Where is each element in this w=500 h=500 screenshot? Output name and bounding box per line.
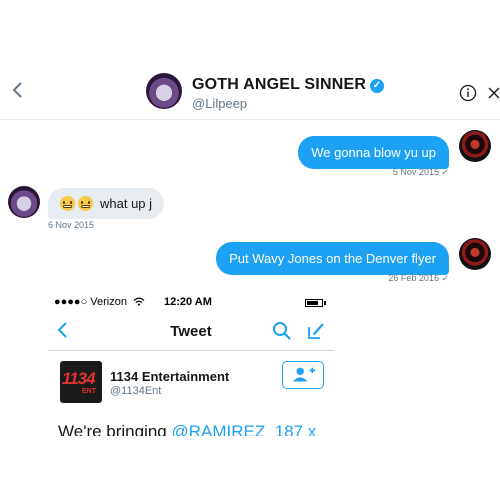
message-bubble-outgoing[interactable]: Put Wavy Jones on the Denver flyer [216, 242, 449, 275]
status-time: 12:20 AM [164, 296, 212, 308]
avatar[interactable] [459, 130, 491, 162]
message-text: what up j [100, 196, 153, 211]
logo-subtext: ENT [82, 388, 96, 395]
message-text: Put Wavy Jones on the Denver flyer [229, 251, 436, 266]
logo-text: 1134 [62, 369, 96, 388]
account-logo: 1134 ENT [60, 361, 102, 403]
follow-user-icon [282, 361, 324, 389]
message-timestamp: 26 Feb 2016 ✓ [388, 273, 449, 283]
tweet-text: We're bringing @RAMIREZ_187 x [58, 422, 316, 436]
chevron-left-icon[interactable] [8, 80, 28, 100]
screen-divider [48, 350, 334, 351]
conversation-handle: @Lilpeep [192, 96, 248, 111]
avatar[interactable] [459, 238, 491, 270]
conversation-name-label: GOTH ANGEL SINNER [192, 76, 367, 93]
info-icon[interactable] [459, 84, 477, 102]
tweet-mention: @RAMIREZ_187 x [171, 422, 317, 436]
battery-icon [305, 299, 323, 307]
avatar[interactable] [146, 73, 182, 109]
account-name: 1134 Entertainment [110, 369, 230, 384]
battery-tip [324, 301, 326, 305]
status-carrier: ●●●●○ Verizon [54, 296, 145, 308]
message-bubble-incoming[interactable]: what up j [48, 188, 165, 219]
close-icon[interactable] [487, 85, 500, 101]
attached-screenshot-image[interactable]: ●●●●○ Verizon 12:20 AM Tweet 1134 ENT 11… [48, 291, 334, 436]
compose-icon [308, 323, 324, 339]
tweet-text-start: We're bringing [58, 422, 172, 436]
message-text: We gonna blow yu up [311, 145, 436, 160]
wifi-icon [133, 297, 145, 306]
grimacing-face-icon [78, 196, 93, 211]
search-icon [273, 322, 291, 340]
conversation-name: GOTH ANGEL SINNER ✓ [192, 76, 385, 94]
grimacing-face-icon [60, 196, 75, 211]
message-bubble-outgoing[interactable]: We gonna blow yu up [298, 136, 449, 169]
verified-badge-icon: ✓ [370, 79, 385, 93]
header-divider [0, 119, 500, 120]
carrier-label: ●●●●○ Verizon [54, 296, 127, 308]
account-handle: @1134Ent [110, 385, 162, 397]
avatar[interactable] [8, 186, 40, 218]
message-timestamp: 5 Nov 2015 ✓ [392, 167, 449, 177]
message-timestamp: 6 Nov 2015 [48, 220, 95, 230]
